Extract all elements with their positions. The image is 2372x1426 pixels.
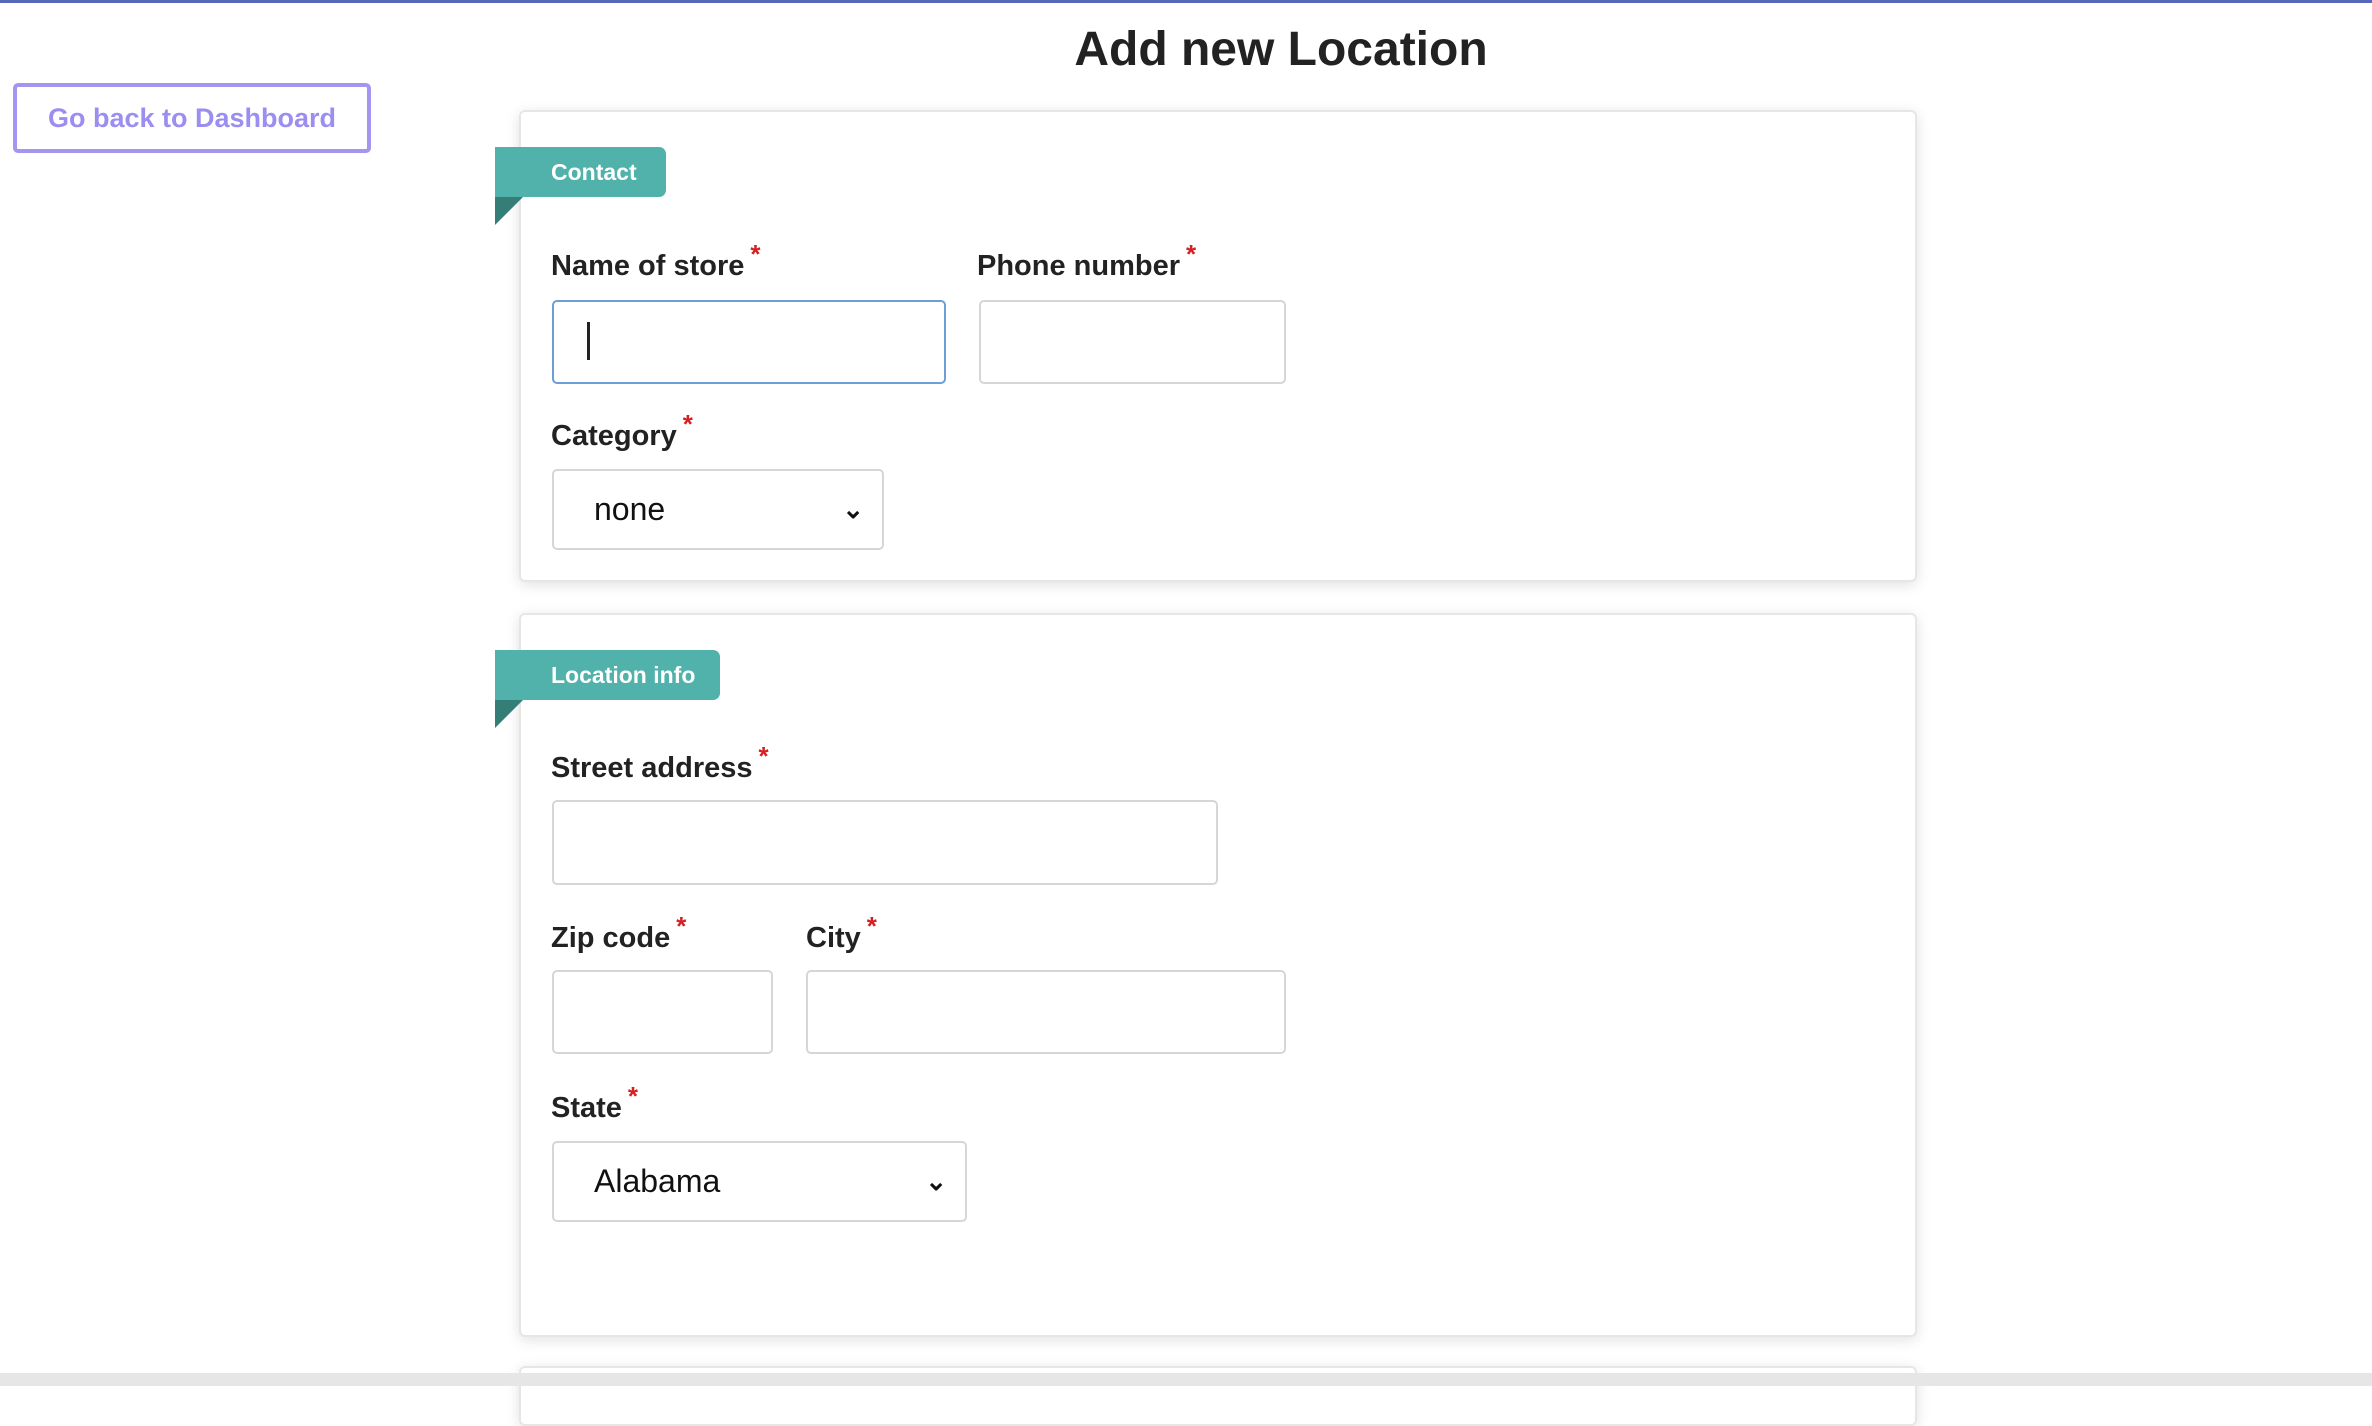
contact-section-ribbon: Contact <box>495 147 666 197</box>
city-input[interactable] <box>806 970 1286 1054</box>
phone-input[interactable] <box>979 300 1286 384</box>
page-title: Add new Location <box>1074 23 1488 76</box>
back-to-dashboard-button[interactable]: Go back to Dashboard <box>13 83 371 153</box>
city-label: City * <box>806 911 877 954</box>
chevron-down-icon: ⌄ <box>925 1166 947 1196</box>
store-name-input[interactable] <box>552 300 946 384</box>
category-value: none <box>594 491 666 527</box>
state-select[interactable]: Alabama ⌄ <box>552 1141 967 1222</box>
ribbon-fold <box>495 197 523 225</box>
zip-label: Zip code * <box>551 911 687 954</box>
text-cursor <box>587 322 590 360</box>
store-name-label: Name of store * <box>551 239 761 282</box>
top-border <box>0 0 2372 3</box>
category-label: Category * <box>551 409 693 452</box>
category-select[interactable]: none ⌄ <box>552 469 884 550</box>
state-label: State * <box>551 1081 639 1124</box>
horizontal-scrollbar[interactable] <box>0 1373 2372 1386</box>
location-section-ribbon: Location info <box>495 650 720 700</box>
state-value: Alabama <box>594 1163 721 1199</box>
ribbon-fold <box>495 700 523 728</box>
zip-input[interactable] <box>552 970 773 1054</box>
chevron-down-icon: ⌄ <box>842 494 864 524</box>
street-input[interactable] <box>552 800 1218 885</box>
phone-label: Phone number * <box>977 239 1197 282</box>
street-label: Street address * <box>551 741 769 784</box>
